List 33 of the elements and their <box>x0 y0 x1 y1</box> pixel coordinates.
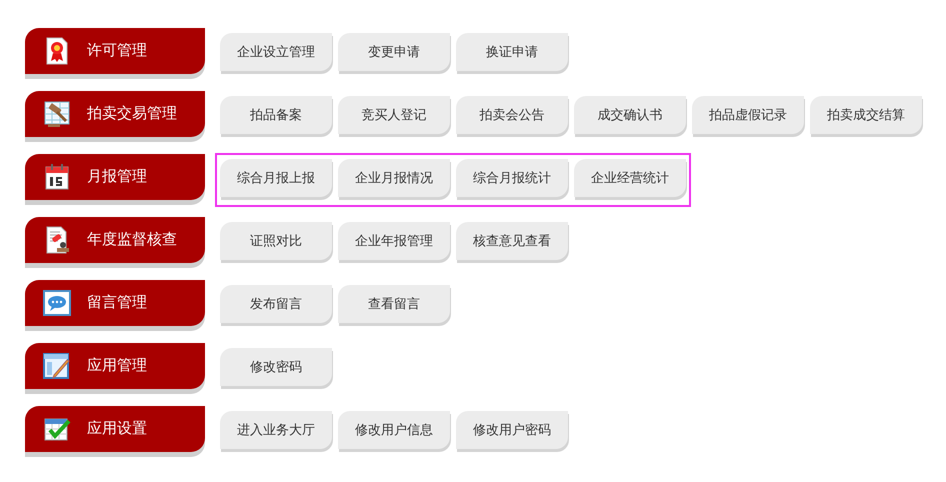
menu-button[interactable]: 修改密码 <box>220 348 332 386</box>
menu-button[interactable]: 拍卖成交结算 <box>810 96 922 134</box>
menu-button[interactable]: 换证申请 <box>456 32 568 70</box>
chat-bubble-icon <box>43 288 71 316</box>
category-button[interactable]: 拍卖交易管理 <box>25 90 205 136</box>
menu-button[interactable]: 企业月报情况 <box>338 158 450 196</box>
calendar-icon <box>43 162 71 190</box>
menu-button[interactable]: 拍品虚假记录 <box>692 96 804 134</box>
menu-button[interactable]: 修改用户密码 <box>456 410 568 448</box>
window-pencil-icon <box>43 352 71 380</box>
category-button[interactable]: 许可管理 <box>25 28 205 74</box>
menu-button[interactable]: 竞买人登记 <box>338 96 450 134</box>
gavel-icon <box>43 100 71 128</box>
menu-button[interactable]: 变更申请 <box>338 32 450 70</box>
menu-button[interactable]: 修改用户信息 <box>338 410 450 448</box>
menu-button[interactable]: 拍卖会公告 <box>456 96 568 134</box>
menu-button[interactable]: 综合月报上报 <box>220 158 332 196</box>
menu-button[interactable]: 核查意见查看 <box>456 222 568 260</box>
menu-button[interactable]: 企业设立管理 <box>220 32 332 70</box>
menu-button[interactable]: 发布留言 <box>220 284 332 322</box>
category-button[interactable]: 应用管理 <box>25 342 205 388</box>
category-button[interactable]: 留言管理 <box>25 280 205 326</box>
menu-button[interactable]: 查看留言 <box>338 284 450 322</box>
menu-button[interactable]: 成交确认书 <box>574 96 686 134</box>
menu-button[interactable]: 企业年报管理 <box>338 222 450 260</box>
menu-button[interactable]: 证照对比 <box>220 222 332 260</box>
menu-button[interactable]: 企业经营统计 <box>574 158 686 196</box>
menu-button[interactable]: 进入业务大厅 <box>220 410 332 448</box>
category-button[interactable]: 月报管理 <box>25 154 205 200</box>
category-button[interactable]: 年度监督核查 <box>25 216 205 262</box>
menu-button[interactable]: 拍品备案 <box>220 96 332 134</box>
menu-button[interactable]: 综合月报统计 <box>456 158 568 196</box>
category-button[interactable]: 应用设置 <box>25 406 205 452</box>
